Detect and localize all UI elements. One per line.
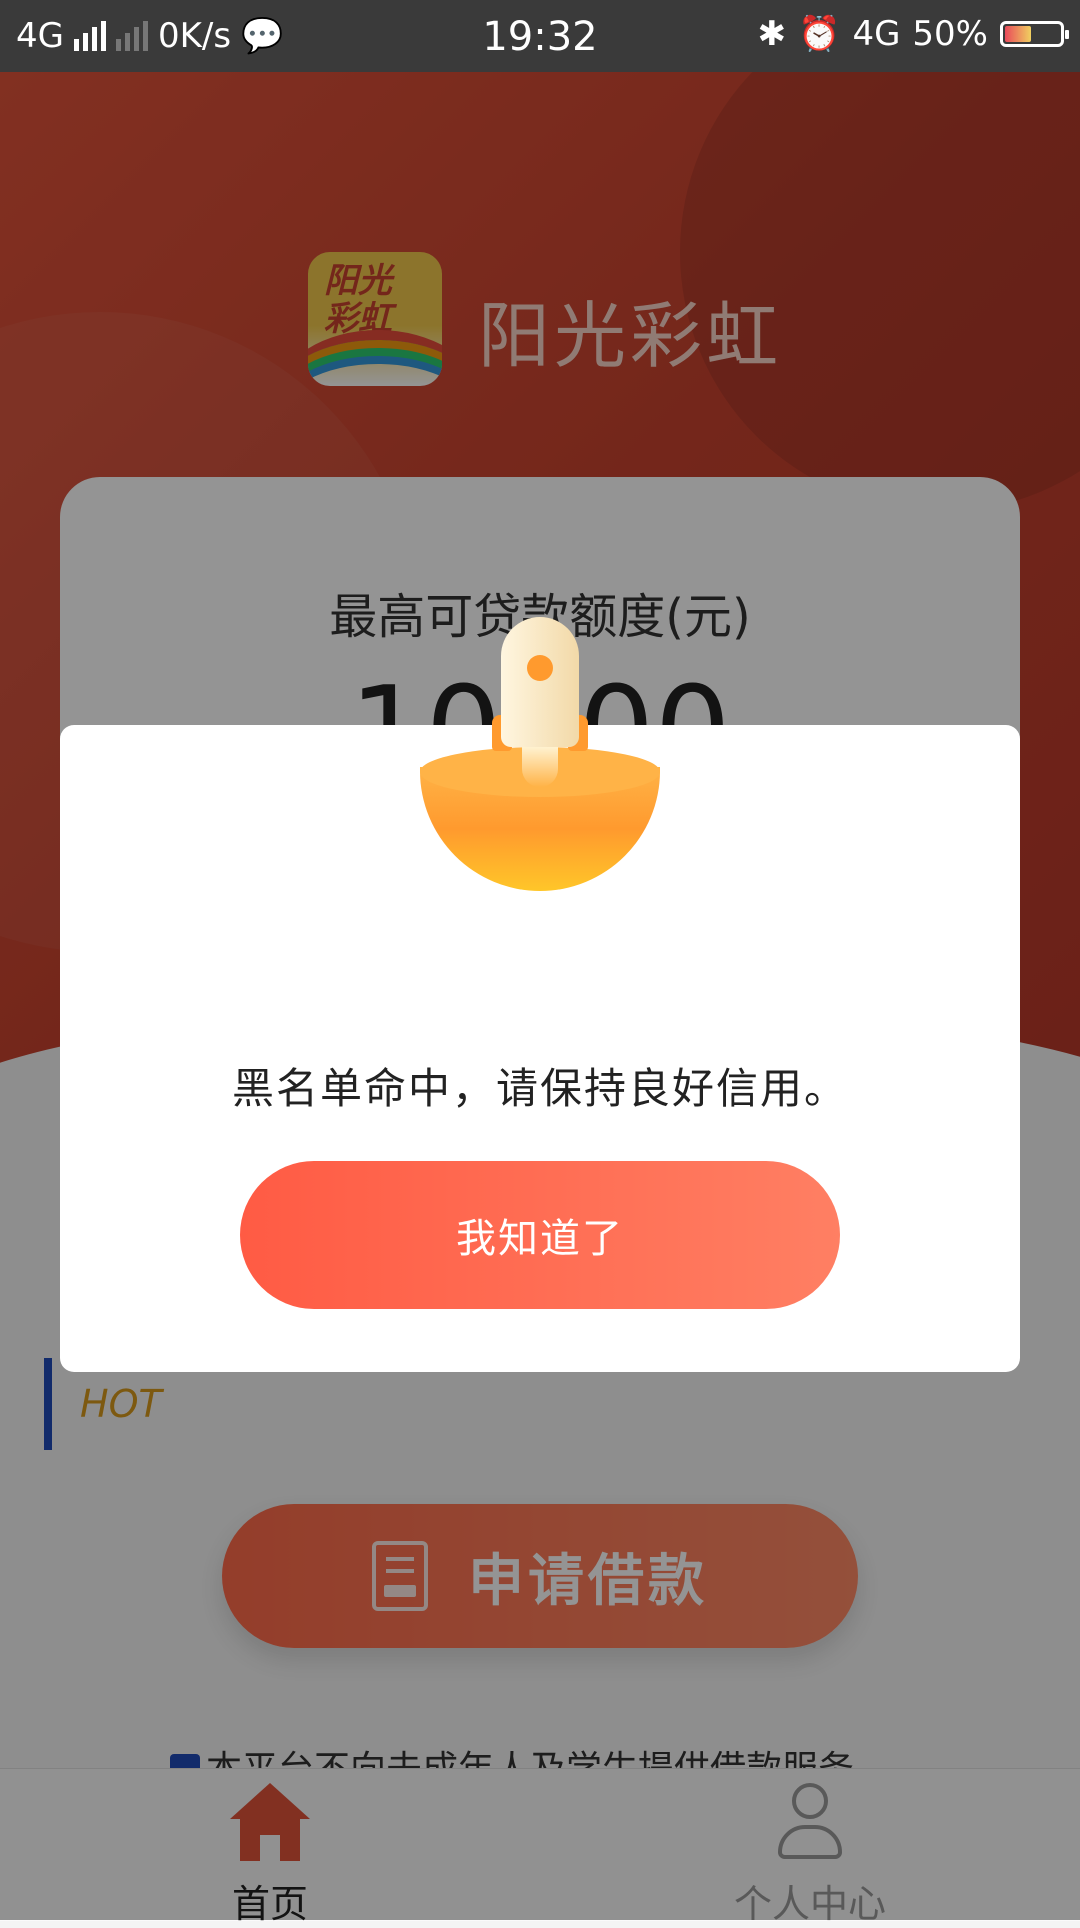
acknowledge-button[interactable]: 我知道了 [240, 1161, 840, 1309]
rocket-window [527, 655, 553, 681]
rocket-icon [501, 617, 579, 747]
alarm-icon: ⏰ [798, 14, 841, 54]
rocket-illustration [0, 617, 1080, 897]
dialog-message: 黑名单命中，请保持良好信用。 [231, 1064, 848, 1113]
battery-percent: 50% [912, 14, 988, 54]
rocket-trail [522, 747, 558, 787]
status-bar: 4G 0K/s 💬 19:32 ✱ ⏰ 4G 50% [0, 0, 1080, 72]
status-right: ✱ ⏰ 4G 50% [757, 14, 1069, 54]
bluetooth-icon: ✱ [757, 14, 787, 54]
battery-icon [1000, 21, 1069, 47]
network-type-2: 4G [852, 14, 901, 54]
